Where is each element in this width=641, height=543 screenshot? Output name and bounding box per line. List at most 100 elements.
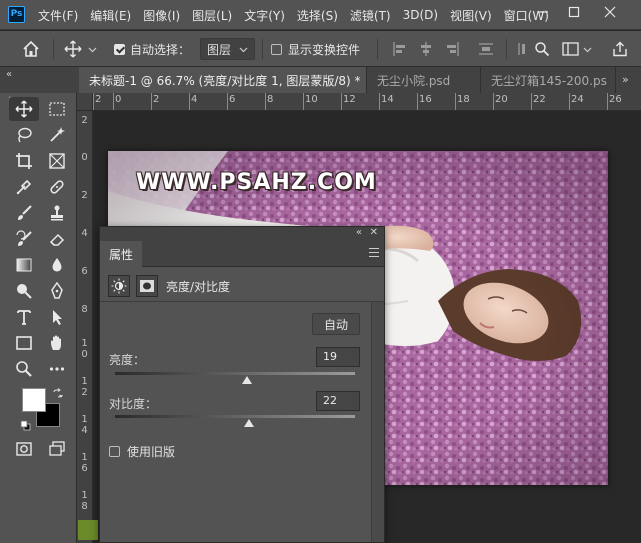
tab-wuchen-xiaoyuan[interactable]: 无尘小院.psd — [367, 67, 481, 93]
default-colors-icon[interactable] — [20, 420, 31, 434]
distribute-icon[interactable] — [478, 31, 494, 67]
contrast-slider[interactable] — [115, 415, 355, 418]
brightness-slider-thumb[interactable] — [242, 376, 252, 384]
move-tool-icon[interactable] — [9, 97, 39, 121]
healing-brush-tool-icon[interactable] — [42, 175, 72, 199]
ruler-tick — [303, 93, 304, 110]
tools-panel: » — [0, 93, 77, 543]
panel-scrollbar[interactable] — [371, 302, 384, 542]
brightness-contrast-icon[interactable] — [108, 275, 130, 297]
auto-select-checkbox[interactable] — [114, 43, 125, 55]
menu-edit[interactable]: 编辑(E) — [90, 7, 131, 24]
workspace-icon[interactable] — [562, 31, 580, 67]
marquee-tool-icon[interactable] — [42, 97, 72, 121]
show-transform-checkbox[interactable] — [271, 43, 282, 55]
hand-tool-icon[interactable] — [42, 331, 72, 355]
menu-select[interactable]: 选择(S) — [297, 7, 338, 24]
contrast-slider-thumb[interactable] — [244, 419, 255, 427]
home-icon[interactable] — [22, 31, 40, 67]
brush-tool-icon[interactable] — [9, 201, 39, 225]
type-tool-icon[interactable] — [9, 305, 39, 329]
panel-menu-icon[interactable] — [369, 248, 379, 257]
gradient-tool-icon[interactable] — [9, 253, 39, 277]
close-window-icon[interactable] — [594, 0, 626, 24]
share-icon[interactable] — [612, 31, 628, 67]
use-legacy-checkbox[interactable] — [109, 446, 120, 457]
chevron-down-icon[interactable] — [88, 31, 97, 67]
align-top-icon[interactable] — [516, 31, 532, 67]
rectangle-tool-icon[interactable] — [9, 331, 39, 355]
collapse-panel-icon[interactable]: « — [6, 69, 12, 80]
menu-image[interactable]: 图像(I) — [143, 7, 180, 24]
minimize-icon[interactable] — [527, 0, 559, 24]
magic-wand-tool-icon[interactable] — [42, 123, 72, 147]
tab-label: 未标题-1 @ 66.7% (亮度/对比度 1, 图层蒙版/8) * — [89, 73, 361, 88]
lasso-tool-icon[interactable] — [9, 123, 39, 147]
menu-3d[interactable]: 3D(D) — [403, 8, 438, 22]
brightness-slider[interactable] — [115, 372, 355, 375]
eyedropper-tool-icon[interactable] — [9, 175, 39, 199]
swap-colors-icon[interactable] — [52, 388, 63, 402]
clone-stamp-tool-icon[interactable] — [42, 201, 72, 225]
align-center-icon[interactable] — [418, 31, 434, 67]
ruler-label: 1 2 — [81, 376, 88, 398]
tab-wuchen-dengxiang[interactable]: 无尘灯箱145-200.ps — [481, 67, 616, 93]
ruler-label: 1 0 — [81, 338, 88, 360]
ruler-label: 20 — [495, 94, 508, 105]
tabs-overflow-icon[interactable]: » — [622, 73, 629, 86]
search-icon[interactable] — [534, 31, 550, 67]
foreground-color-swatch[interactable] — [22, 388, 46, 412]
ruler-vertical[interactable]: 2 0 2 4 6 8 1 0 1 2 1 4 1 6 1 8 — [77, 111, 93, 543]
menu-layer[interactable]: 图层(L) — [192, 7, 232, 24]
more-tools-icon[interactable] — [42, 357, 72, 381]
menu-filter[interactable]: 滤镜(T) — [350, 7, 391, 24]
crop-tool-icon[interactable] — [9, 149, 39, 173]
ruler-label: 22 — [533, 94, 546, 105]
align-right-icon[interactable] — [444, 31, 460, 67]
layer-dropdown-wrap: 图层 — [200, 31, 256, 67]
pen-tool-icon[interactable] — [42, 279, 72, 303]
auto-select-label: 自动选择： — [130, 42, 191, 57]
layer-dropdown-value: 图层 — [207, 42, 232, 57]
collapse-icon[interactable]: « — [356, 227, 362, 238]
ruler-label: 8 — [267, 94, 274, 105]
history-brush-tool-icon[interactable] — [9, 227, 39, 251]
screen-mode-icon[interactable] — [42, 437, 72, 461]
ruler-tick — [151, 93, 152, 110]
ruler-tick — [113, 93, 114, 110]
adjustment-name: 亮度/对比度 — [166, 279, 231, 294]
align-left-icon[interactable] — [392, 31, 408, 67]
eraser-tool-icon[interactable] — [42, 227, 72, 251]
blur-tool-icon[interactable] — [42, 253, 72, 277]
move-tool-preset-icon[interactable] — [64, 31, 82, 67]
auto-button[interactable]: 自动 — [312, 313, 360, 335]
ruler-horizontal[interactable]: 2 0 2 4 6 8 10 12 14 16 18 20 22 24 26 — [93, 93, 641, 111]
tab-untitled-1[interactable]: 未标题-1 @ 66.7% (亮度/对比度 1, 图层蒙版/8) * — [79, 67, 367, 93]
maximize-icon[interactable] — [558, 0, 590, 24]
tab-properties[interactable]: 属性 — [100, 241, 143, 267]
ruler-label: 18 — [457, 94, 470, 105]
contrast-input[interactable]: 22 — [316, 391, 360, 411]
layer-dropdown[interactable]: 图层 — [200, 38, 256, 60]
ruler-label: 1 6 — [81, 452, 88, 474]
show-transform-option[interactable]: 显示变换控件 — [271, 31, 360, 67]
frame-tool-icon[interactable] — [42, 149, 72, 173]
menu-file[interactable]: 文件(F) — [38, 7, 78, 24]
brightness-input[interactable]: 19 — [316, 347, 360, 367]
auto-select-option[interactable]: 自动选择： — [114, 31, 190, 67]
menu-view[interactable]: 视图(V) — [450, 7, 492, 24]
quick-mask-icon[interactable] — [9, 437, 39, 461]
close-panel-icon[interactable]: ✕ — [370, 227, 378, 238]
zoom-tool-icon[interactable] — [9, 357, 39, 381]
path-selection-tool-icon[interactable] — [42, 305, 72, 329]
chevron-down-icon[interactable] — [583, 31, 592, 67]
use-legacy-option[interactable]: 使用旧版 — [109, 443, 175, 460]
panel-titlebar[interactable]: « ✕ — [100, 227, 384, 241]
ruler-origin[interactable] — [77, 93, 93, 111]
dodge-tool-icon[interactable] — [9, 279, 39, 303]
menu-type[interactable]: 文字(Y) — [244, 7, 285, 24]
photoshop-logo[interactable]: Ps — [8, 6, 25, 23]
layer-mask-icon[interactable] — [136, 275, 158, 297]
brightness-label: 亮度： — [109, 353, 146, 367]
chevron-down-icon — [239, 47, 248, 52]
